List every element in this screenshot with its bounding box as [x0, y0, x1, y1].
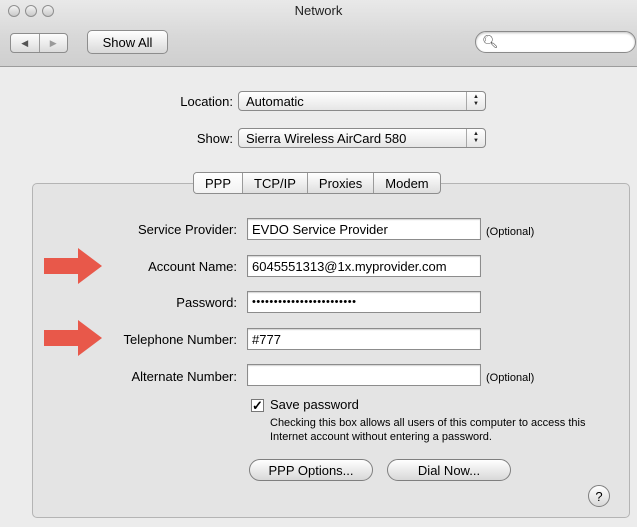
location-label: Location: [180, 94, 233, 109]
help-button[interactable]: ? [588, 485, 610, 507]
window-title: Network [294, 3, 343, 18]
account-name-field[interactable]: 6045551313@1x.myprovider.com [247, 255, 481, 277]
forward-button[interactable]: ▶ [38, 34, 68, 52]
popup-arrows-icon: ▲ ▼ [466, 129, 485, 147]
ppp-options-button[interactable]: PPP Options... [249, 459, 373, 481]
account-name-arrow-icon [44, 248, 102, 284]
alternate-number-optional-note: (Optional) [486, 372, 535, 384]
password-field[interactable]: •••••••••••••••••••••••• [247, 291, 481, 313]
tab-proxies[interactable]: Proxies [306, 173, 373, 193]
location-popup[interactable]: Automatic ▲ ▼ [238, 91, 486, 111]
alternate-number-label: Alternate Number: [131, 369, 238, 384]
popup-arrows-icon: ▲ ▼ [466, 92, 485, 110]
save-password-checkbox[interactable]: ✓ [251, 399, 264, 412]
forward-arrow-icon: ▶ [49, 37, 57, 48]
show-all-button[interactable]: Show All [87, 30, 168, 54]
title-bar: Network ◀ ▶ Show All 🔍︎ [0, 0, 637, 67]
dial-now-button[interactable]: Dial Now... [387, 459, 511, 481]
search-field[interactable]: 🔍︎ [475, 31, 636, 53]
telephone-number-arrow-icon [44, 320, 102, 356]
service-provider-field[interactable]: EVDO Service Provider [247, 218, 481, 240]
password-label: Password: [176, 295, 237, 310]
back-arrow-icon: ◀ [21, 37, 29, 48]
service-provider-optional-note: (Optional) [486, 226, 535, 238]
show-popup[interactable]: Sierra Wireless AirCard 580 ▲ ▼ [238, 128, 486, 148]
tab-modem[interactable]: Modem [373, 173, 439, 193]
show-value: Sierra Wireless AirCard 580 [246, 130, 407, 146]
search-input[interactable] [498, 34, 626, 50]
show-label: Show: [196, 131, 233, 146]
back-forward-group: ◀ ▶ [10, 33, 68, 53]
tab-bar: PPP TCP/IP Proxies Modem [193, 172, 441, 194]
save-password-description: Checking this box allows all users of th… [270, 417, 586, 443]
network-window: Network ◀ ▶ Show All 🔍︎ Location: Automa… [0, 0, 637, 527]
tab-tcpip[interactable]: TCP/IP [242, 173, 307, 193]
save-password-label: Save password [270, 397, 359, 412]
service-provider-label: Service Provider: [138, 222, 237, 237]
location-value: Automatic [246, 93, 304, 109]
back-button[interactable]: ◀ [11, 34, 39, 52]
search-icon: 🔍︎ [482, 34, 499, 49]
telephone-number-field[interactable]: #777 [247, 328, 481, 350]
checkmark-icon: ✓ [252, 398, 263, 413]
tab-ppp[interactable]: PPP [194, 173, 243, 193]
alternate-number-field[interactable] [247, 364, 481, 386]
